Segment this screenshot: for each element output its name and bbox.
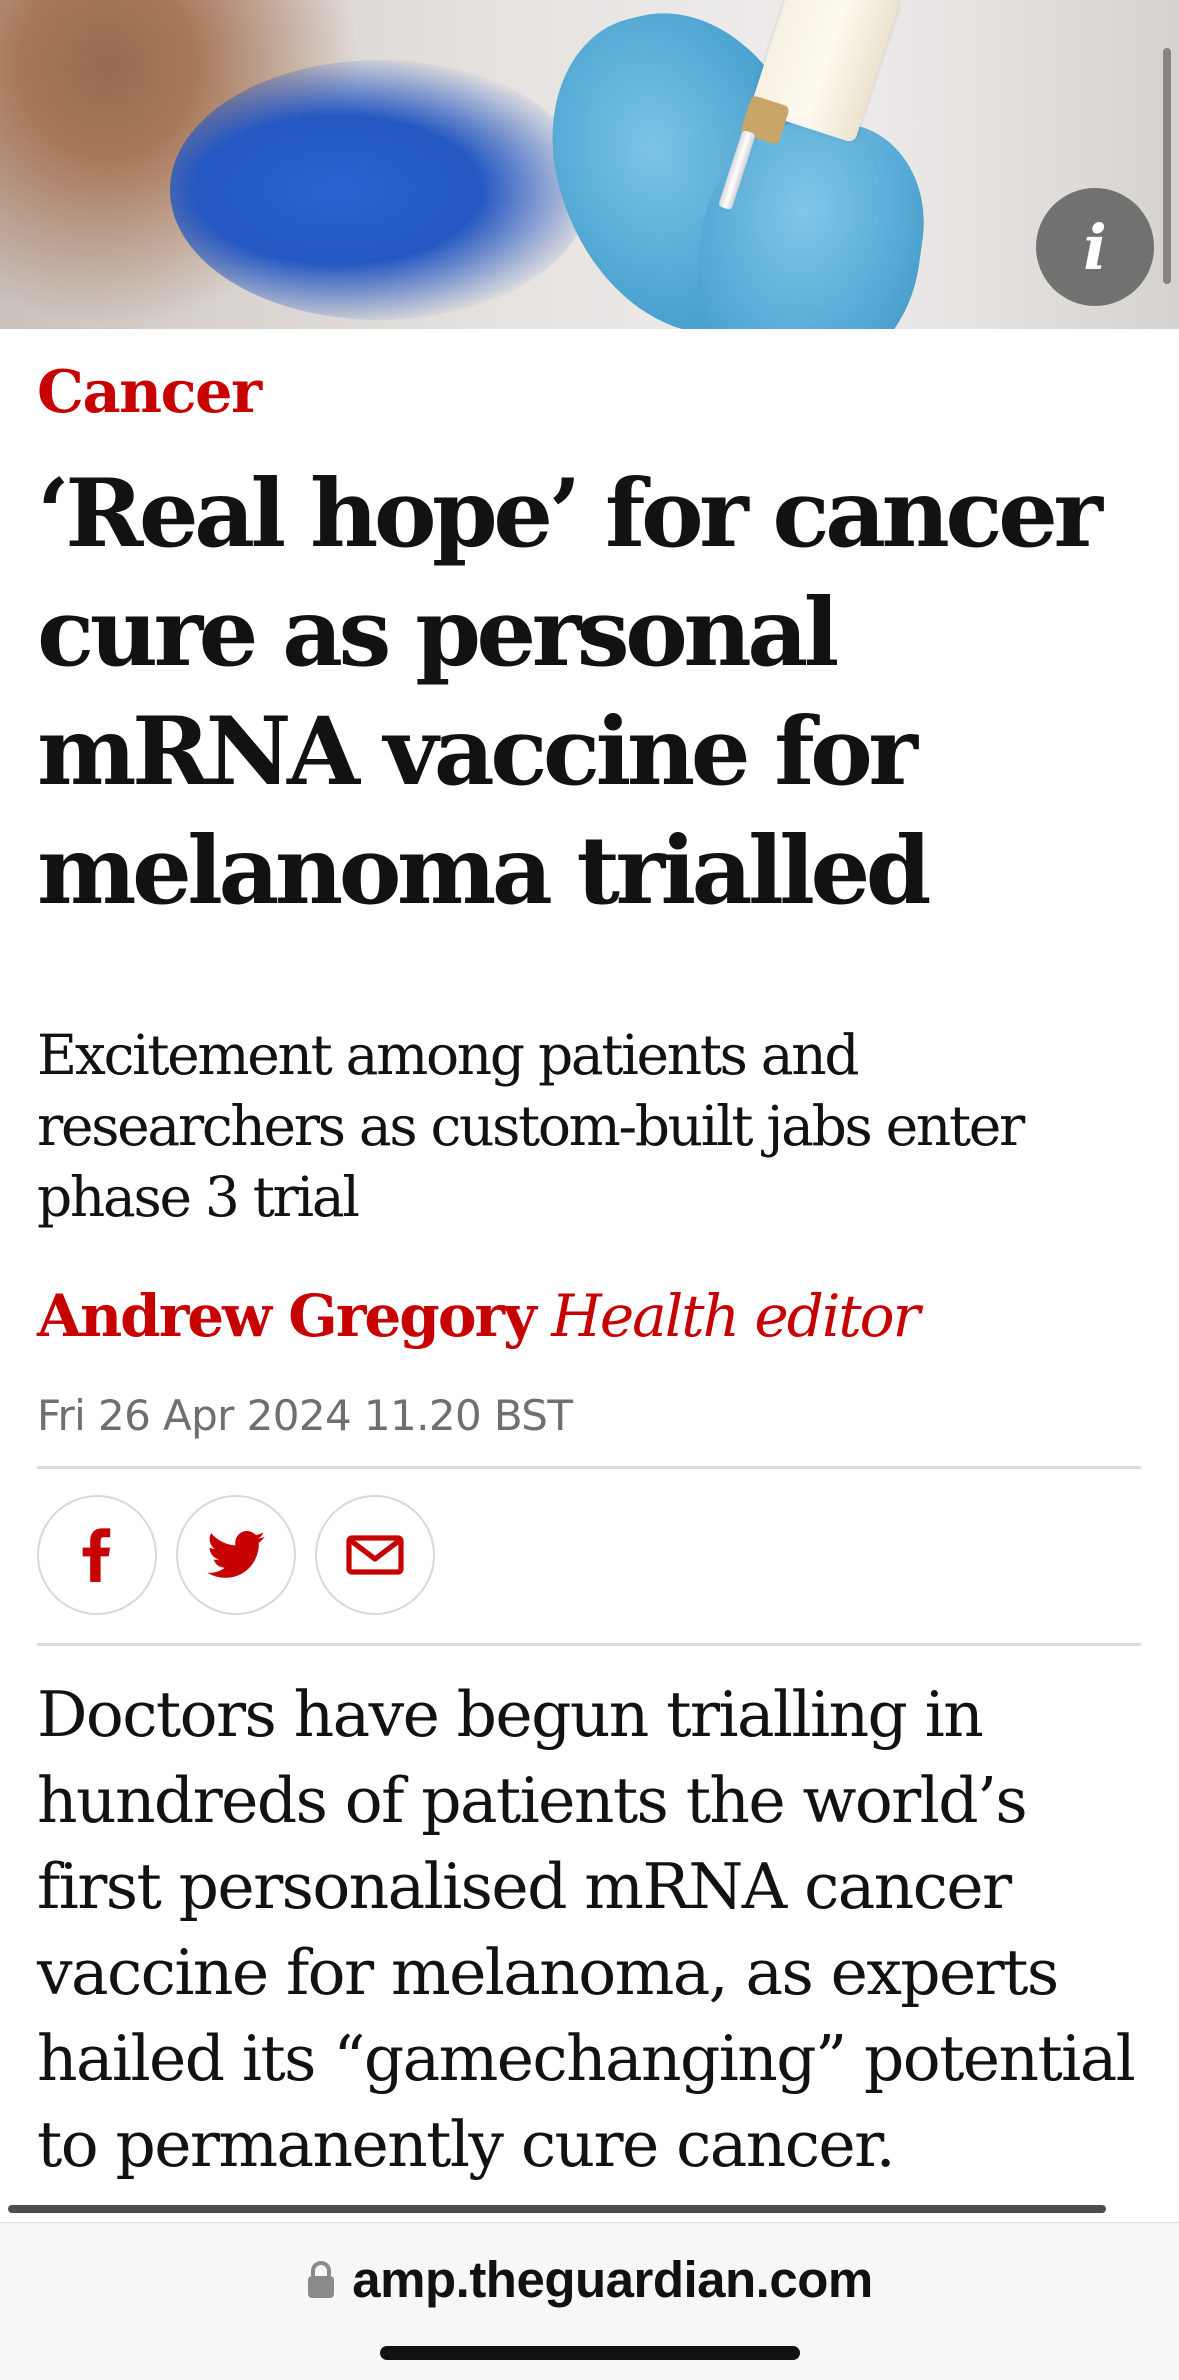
hero-image-coat — [170, 60, 590, 320]
facebook-icon — [82, 1528, 111, 1582]
publish-date: Fri 26 Apr 2024 11.20 BST — [37, 1391, 573, 1440]
hero-image: i — [0, 0, 1179, 329]
divider — [37, 1466, 1141, 1469]
article-standfirst: Excitement among patients and researcher… — [37, 1023, 1025, 1229]
info-icon: i — [1083, 210, 1107, 284]
home-indicator[interactable] — [380, 2346, 800, 2360]
divider — [37, 1643, 1141, 1646]
article-headline: ‘Real hope’ for cancer cure as personal … — [37, 459, 1103, 926]
lock-icon — [308, 2260, 335, 2298]
byline-role: Health editor — [551, 1282, 920, 1350]
image-info-button[interactable]: i — [1036, 188, 1154, 306]
scrollbar-thumb[interactable] — [1163, 48, 1171, 284]
page-load-indicator — [8, 2205, 1106, 2213]
browser-address-bar[interactable]: amp.theguardian.com — [0, 2222, 1179, 2380]
email-icon — [346, 1535, 404, 1575]
byline: Andrew Gregory Health editor — [37, 1280, 920, 1352]
share-twitter-button[interactable] — [176, 1495, 296, 1615]
url-display[interactable]: amp.theguardian.com — [0, 2250, 1179, 2309]
byline-author-link[interactable]: Andrew Gregory — [37, 1282, 537, 1350]
section-kicker-link[interactable]: Cancer — [37, 362, 262, 421]
share-facebook-button[interactable] — [37, 1495, 157, 1615]
twitter-icon — [207, 1531, 265, 1578]
article-body-paragraph: Doctors have begun trialling in hundreds… — [37, 1678, 1136, 2181]
share-email-button[interactable] — [315, 1495, 435, 1615]
url-text: amp.theguardian.com — [352, 2251, 873, 2308]
